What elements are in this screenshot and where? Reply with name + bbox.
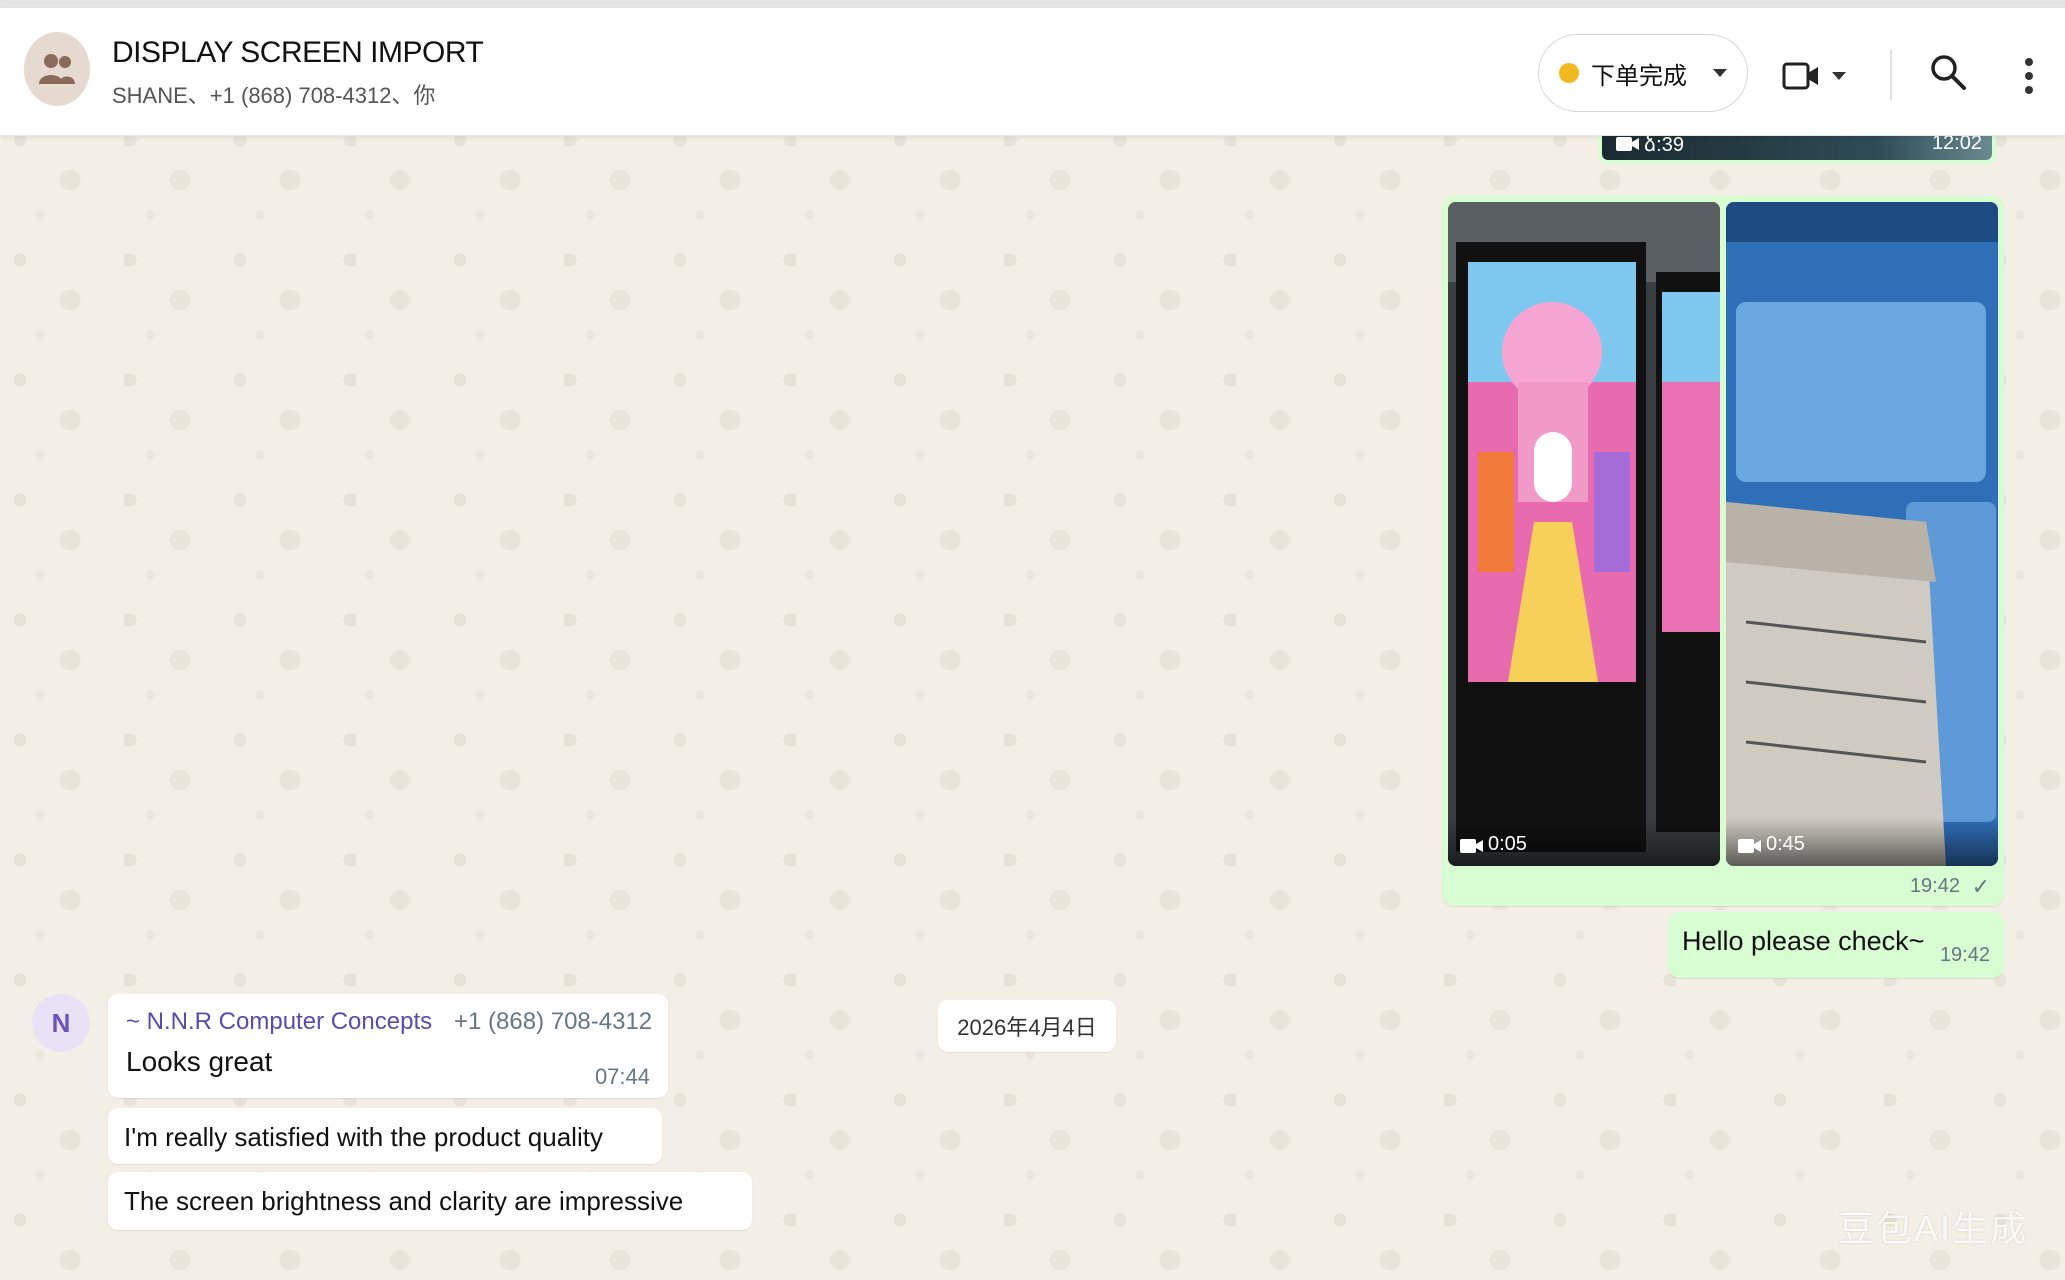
video-camera-icon <box>1616 137 1639 151</box>
window-top-border <box>0 0 2065 8</box>
chat-participants[interactable]: SHANE、+1 (868) 708-4312、你 <box>112 78 435 110</box>
label-color-dot <box>1559 63 1579 83</box>
message-text: Looks great <box>126 1046 273 1077</box>
message-text: Hello please check~ <box>1682 926 1925 956</box>
sender-avatar[interactable]: N <box>32 994 90 1052</box>
more-menu-button[interactable] <box>2014 52 2044 100</box>
sent-check-icon: ✓ <box>1971 874 1990 899</box>
chevron-down-icon <box>1713 69 1727 77</box>
message-text: I'm really satisfied with the product qu… <box>124 1122 603 1152</box>
video-preview-image <box>1448 202 1720 866</box>
chat-header: DISPLAY SCREEN IMPORT SHANE、+1 (868) 708… <box>0 8 2065 136</box>
date-divider: 2026年4月4日 <box>938 1000 1116 1052</box>
video-duration: 0:45 <box>1766 833 1805 855</box>
video-thumbnail[interactable]: 0:05 <box>1448 202 1720 866</box>
video-call-button[interactable] <box>1782 56 1852 96</box>
sender-phone: +1 (868) 708-4312 <box>454 1008 653 1035</box>
video-duration: 0:05 <box>1488 833 1527 855</box>
chat-title[interactable]: DISPLAY SCREEN IMPORT <box>112 36 484 70</box>
message-time: 19:42 <box>1939 944 1990 966</box>
message-time: 07:44 <box>594 1064 650 1089</box>
header-divider <box>1890 50 1892 100</box>
search-button[interactable] <box>1928 52 1972 96</box>
outgoing-text-message[interactable]: Hello please check~ 19:42 <box>1668 912 2004 978</box>
group-avatar[interactable] <box>24 32 90 106</box>
message-time: 19:42 <box>1909 875 1960 897</box>
outgoing-media-message: 0:05 0:45 19:42 ✓ <box>1442 196 2004 906</box>
label-text: 下单完成 <box>1591 62 1687 90</box>
video-camera-icon <box>1738 839 1761 853</box>
video-thumbnail[interactable]: 0:45 <box>1726 202 1998 866</box>
video-call-icon <box>1782 62 1818 90</box>
message-text: The screen brightness and clarity are im… <box>124 1186 684 1216</box>
watermark: 豆包AI生成 <box>1838 1208 2029 1249</box>
more-vertical-icon <box>2025 58 2033 66</box>
incoming-text-message[interactable]: I'm really satisfied with the product qu… <box>108 1108 662 1164</box>
group-avatar-icon <box>39 54 75 84</box>
chat-label-dropdown[interactable]: 下单完成 <box>1538 34 1748 112</box>
incoming-text-message[interactable]: ~ N.N.R Computer Concepts +1 (868) 708-4… <box>108 994 668 1098</box>
chevron-down-icon <box>1832 72 1846 80</box>
video-preview-image <box>1726 202 1998 866</box>
video-camera-icon <box>1460 839 1483 853</box>
incoming-text-message[interactable]: The screen brightness and clarity are im… <box>108 1172 752 1230</box>
sender-name[interactable]: ~ N.N.R Computer Concepts <box>126 1008 432 1036</box>
search-icon <box>1931 55 1966 90</box>
